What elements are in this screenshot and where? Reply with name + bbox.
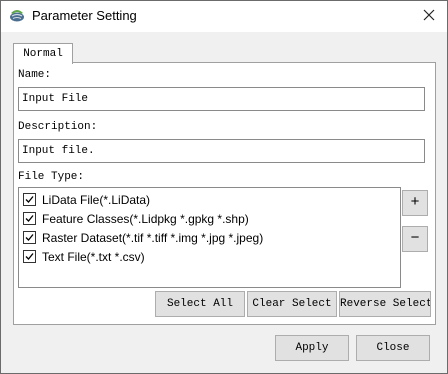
reverse-select-button[interactable]: Reverse Select xyxy=(339,291,431,317)
apply-button[interactable]: Apply xyxy=(275,335,349,361)
title-bar[interactable]: Parameter Setting xyxy=(1,1,447,32)
close-icon[interactable] xyxy=(420,6,438,24)
app-icon xyxy=(9,7,25,23)
window-title: Parameter Setting xyxy=(32,8,137,23)
list-item[interactable]: Raster Dataset(*.tif *.tiff *.img *.jpg … xyxy=(23,230,263,247)
list-item[interactable]: Text File(*.txt *.csv) xyxy=(23,249,145,266)
clear-select-button[interactable]: Clear Select xyxy=(247,291,337,317)
file-type-label-item: Feature Classes(*.Lidpkg *.gpkg *.shp) xyxy=(42,212,249,226)
remove-file-type-button[interactable]: − xyxy=(402,226,428,252)
list-item[interactable]: Feature Classes(*.Lidpkg *.gpkg *.shp) xyxy=(23,211,249,228)
description-label: Description: xyxy=(18,121,98,133)
name-field[interactable]: Input File xyxy=(18,87,425,111)
normal-tab-panel: Name: Input File Description: Input file… xyxy=(13,62,436,325)
checkbox-checked-icon[interactable] xyxy=(23,231,36,244)
list-item[interactable]: LiData File(*.LiData) xyxy=(23,192,150,209)
tab-normal[interactable]: Normal xyxy=(13,43,73,64)
checkbox-checked-icon[interactable] xyxy=(23,250,36,263)
add-file-type-button[interactable]: + xyxy=(402,190,428,216)
file-type-label-item: LiData File(*.LiData) xyxy=(42,193,151,207)
select-all-button[interactable]: Select All xyxy=(155,291,245,317)
file-type-label: File Type: xyxy=(18,171,85,183)
close-button[interactable]: Close xyxy=(356,335,430,361)
parameter-setting-dialog: Parameter Setting Normal Name: Input Fil… xyxy=(0,0,448,374)
file-type-label-item: Raster Dataset(*.tif *.tiff *.img *.jpg … xyxy=(42,231,264,245)
name-label: Name: xyxy=(18,69,52,81)
checkbox-checked-icon[interactable] xyxy=(23,212,36,225)
checkbox-checked-icon[interactable] xyxy=(23,193,36,206)
description-field[interactable]: Input file. xyxy=(18,139,425,163)
file-type-label-item: Text File(*.txt *.csv) xyxy=(42,250,145,264)
file-type-list[interactable]: LiData File(*.LiData) Feature Classes(*.… xyxy=(18,187,401,288)
